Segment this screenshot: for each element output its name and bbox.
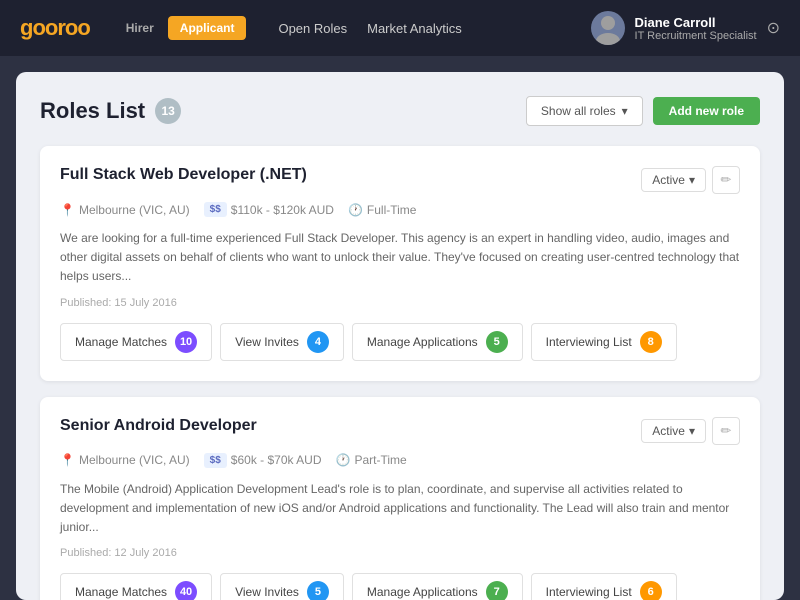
roles-list: Full Stack Web Developer (.NET) Active ▾… (40, 146, 760, 600)
role-status: Active ▾ ✏ (641, 417, 740, 445)
user-section: Diane Carroll IT Recruitment Specialist … (591, 11, 780, 45)
location-meta: 📍 Melbourne (VIC, AU) (60, 203, 190, 217)
location-icon: 📍 (60, 453, 75, 467)
type-text: Full-Time (367, 203, 417, 217)
salary-text: $60k - $70k AUD (231, 453, 322, 467)
action-count: 10 (175, 331, 197, 353)
role-card: Senior Android Developer Active ▾ ✏ 📍 Me… (40, 397, 760, 600)
action-count: 5 (307, 581, 329, 600)
user-info: Diane Carroll IT Recruitment Specialist (635, 15, 757, 42)
add-role-button[interactable]: Add new role (653, 97, 760, 125)
status-dropdown[interactable]: Active ▾ (641, 419, 706, 443)
action-row: Manage Matches 40 View Invites 5 Manage … (60, 573, 740, 600)
page-actions: Show all roles ▾ Add new role (526, 96, 760, 126)
role-meta: 📍 Melbourne (VIC, AU) $$ $60k - $70k AUD… (60, 453, 740, 468)
role-title: Senior Android Developer (60, 417, 641, 435)
role-card-header: Senior Android Developer Active ▾ ✏ (60, 417, 740, 445)
clock-icon: 🕐 (348, 203, 363, 217)
action-btn-0[interactable]: Manage Matches 10 (60, 323, 212, 361)
nav-links: Open Roles Market Analytics (278, 21, 461, 36)
nav-open-roles[interactable]: Open Roles (278, 21, 347, 36)
action-count: 4 (307, 331, 329, 353)
salary-text: $110k - $120k AUD (231, 203, 334, 217)
nav-market-analytics[interactable]: Market Analytics (367, 21, 462, 36)
roles-count-badge: 13 (155, 98, 181, 124)
action-row: Manage Matches 10 View Invites 4 Manage … (60, 323, 740, 361)
role-card-header: Full Stack Web Developer (.NET) Active ▾… (60, 166, 740, 194)
action-btn-3[interactable]: Interviewing List 8 (531, 323, 677, 361)
published-date: Published: 15 July 2016 (60, 297, 740, 309)
published-date: Published: 12 July 2016 (60, 547, 740, 559)
avatar (591, 11, 625, 45)
action-label: View Invites (235, 335, 299, 349)
chevron-down-icon: ▾ (622, 104, 628, 118)
logo: gooroo (20, 15, 90, 41)
action-label: Interviewing List (546, 585, 632, 599)
nav-tabs: Hirer Applicant (114, 16, 247, 40)
action-btn-2[interactable]: Manage Applications 7 (352, 573, 523, 600)
action-count: 5 (486, 331, 508, 353)
action-label: View Invites (235, 585, 299, 599)
role-meta: 📍 Melbourne (VIC, AU) $$ $110k - $120k A… (60, 202, 740, 217)
chevron-down-icon: ▾ (689, 173, 695, 187)
action-label: Interviewing List (546, 335, 632, 349)
location-meta: 📍 Melbourne (VIC, AU) (60, 453, 190, 467)
salary-meta: $$ $110k - $120k AUD (204, 202, 334, 217)
status-dropdown[interactable]: Active ▾ (641, 168, 706, 192)
page-header: Roles List 13 Show all roles ▾ Add new r… (40, 96, 760, 126)
action-count: 6 (640, 581, 662, 600)
type-text: Part-Time (354, 453, 406, 467)
action-count: 7 (486, 581, 508, 600)
user-name: Diane Carroll (635, 15, 757, 30)
action-count: 40 (175, 581, 197, 600)
action-btn-2[interactable]: Manage Applications 5 (352, 323, 523, 361)
main-content: Roles List 13 Show all roles ▾ Add new r… (16, 72, 784, 600)
action-count: 8 (640, 331, 662, 353)
role-description: We are looking for a full-time experienc… (60, 229, 740, 287)
status-label: Active (652, 424, 685, 438)
user-role: IT Recruitment Specialist (635, 30, 757, 42)
header: gooroo Hirer Applicant Open Roles Market… (0, 0, 800, 56)
action-btn-0[interactable]: Manage Matches 40 (60, 573, 212, 600)
role-description: The Mobile (Android) Application Develop… (60, 480, 740, 538)
edit-icon[interactable]: ✏ (712, 417, 740, 445)
edit-icon[interactable]: ✏ (712, 166, 740, 194)
action-btn-3[interactable]: Interviewing List 6 (531, 573, 677, 600)
page-title: Roles List (40, 98, 145, 124)
type-meta: 🕐 Full-Time (348, 203, 417, 217)
role-title: Full Stack Web Developer (.NET) (60, 166, 641, 184)
location-text: Melbourne (VIC, AU) (79, 453, 190, 467)
action-label: Manage Applications (367, 335, 478, 349)
salary-meta: $$ $60k - $70k AUD (204, 453, 322, 468)
action-label: Manage Applications (367, 585, 478, 599)
action-label: Manage Matches (75, 335, 167, 349)
salary-badge: $$ (204, 453, 227, 468)
action-label: Manage Matches (75, 585, 167, 599)
location-icon: 📍 (60, 203, 75, 217)
settings-icon[interactable]: ⊙ (767, 18, 780, 38)
location-text: Melbourne (VIC, AU) (79, 203, 190, 217)
salary-badge: $$ (204, 202, 227, 217)
role-card: Full Stack Web Developer (.NET) Active ▾… (40, 146, 760, 381)
tab-hirer[interactable]: Hirer (114, 16, 166, 40)
action-btn-1[interactable]: View Invites 4 (220, 323, 344, 361)
role-status: Active ▾ ✏ (641, 166, 740, 194)
show-roles-button[interactable]: Show all roles ▾ (526, 96, 643, 126)
tab-applicant[interactable]: Applicant (168, 16, 247, 40)
chevron-down-icon: ▾ (689, 424, 695, 438)
type-meta: 🕐 Part-Time (336, 453, 407, 467)
action-btn-1[interactable]: View Invites 5 (220, 573, 344, 600)
status-label: Active (652, 173, 685, 187)
clock-icon: 🕐 (336, 453, 351, 467)
